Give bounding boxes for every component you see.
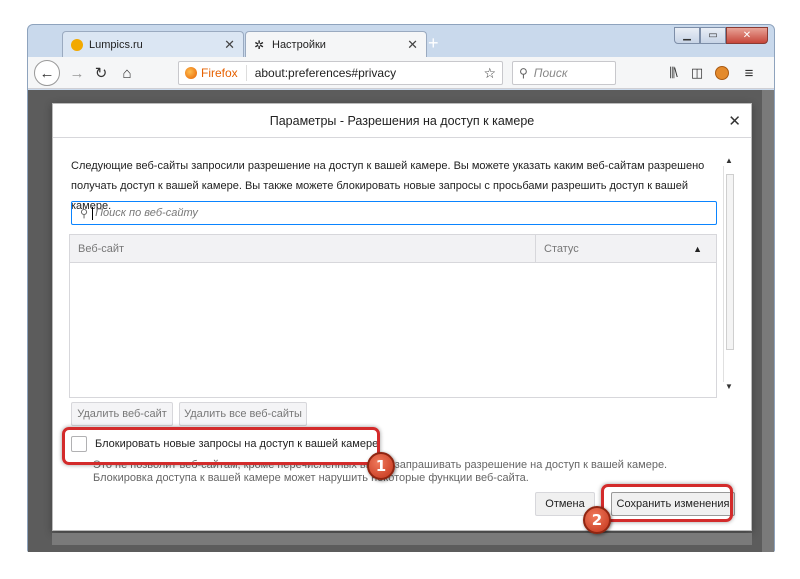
highlight-save-button: [601, 484, 733, 522]
tab-title: Lumpics.ru: [89, 38, 143, 51]
maximize-icon[interactable]: ▭: [700, 27, 726, 44]
site-search-placeholder: Поиск по веб-сайту: [95, 207, 198, 219]
search-input[interactable]: ⚲ Поиск: [512, 61, 616, 85]
search-placeholder: Поиск: [533, 66, 568, 80]
step-badge-1: 1: [367, 452, 395, 480]
firefox-logo-icon: [185, 67, 197, 79]
sites-table: Веб-сайт Статус ▲: [69, 234, 717, 398]
highlight-checkbox: [62, 427, 380, 465]
close-icon[interactable]: ✕: [407, 37, 418, 53]
sidebar-icon[interactable]: ◫: [686, 62, 708, 84]
gear-icon: ✲: [254, 37, 265, 52]
lumpics-favicon-icon: [71, 38, 83, 51]
url-text: about:preferences#privacy: [254, 66, 397, 80]
column-header-site[interactable]: Веб-сайт: [70, 235, 536, 262]
new-tab-icon[interactable]: +: [428, 33, 439, 54]
forward-icon[interactable]: →: [66, 62, 88, 84]
column-label: Веб-сайт: [78, 242, 125, 255]
column-header-status[interactable]: Статус ▲: [536, 235, 716, 262]
window-close-icon[interactable]: ✕: [726, 27, 768, 44]
scroll-down-icon[interactable]: ▼: [723, 382, 735, 392]
tab-lumpics[interactable]: Lumpics.ru ✕: [62, 31, 244, 57]
column-label: Статус: [544, 242, 579, 255]
page-horizontal-scrollbar[interactable]: [52, 533, 752, 545]
url-bar[interactable]: Firefox about:preferences#privacy ☆: [178, 61, 503, 85]
reload-icon[interactable]: ↻: [90, 62, 112, 84]
search-icon: ⚲: [519, 66, 528, 80]
text-caret: [92, 206, 94, 220]
nav-bar: ← → ↻ ⌂ Firefox about:preferences#privac…: [28, 57, 774, 89]
dialog-header: Параметры - Разрешения на доступ к камер…: [53, 104, 751, 138]
identity-label: Firefox: [201, 66, 238, 80]
dialog-scrollbar[interactable]: ▲ ▼: [723, 156, 735, 396]
scroll-thumb[interactable]: [726, 174, 734, 350]
remove-all-sites-button[interactable]: Удалить все веб-сайты: [179, 402, 307, 426]
camera-permissions-dialog: Параметры - Разрешения на доступ к камер…: [52, 103, 752, 531]
remove-site-button[interactable]: Удалить веб-сайт: [71, 402, 173, 426]
scroll-up-icon[interactable]: ▲: [723, 156, 735, 166]
firefox-identity-badge: Firefox: [185, 66, 238, 80]
search-icon: ⚲: [80, 207, 89, 220]
bookmark-star-icon[interactable]: ☆: [483, 65, 496, 82]
minimize-icon[interactable]: ▁: [674, 27, 700, 44]
site-search-input[interactable]: ⚲ Поиск по веб-сайту: [71, 201, 717, 225]
step-badge-2: 2: [583, 506, 611, 534]
tab-settings[interactable]: ✲ Настройки ✕: [245, 31, 427, 57]
tab-strip: Lumpics.ru ✕ ✲ Настройки ✕ + ▁ ▭ ✕: [28, 25, 774, 57]
home-icon[interactable]: ⌂: [116, 62, 138, 84]
table-header: Веб-сайт Статус ▲: [70, 235, 716, 263]
sort-ascending-icon: ▲: [693, 243, 702, 254]
library-icon[interactable]: ⫼\: [662, 62, 684, 84]
close-icon[interactable]: ✕: [224, 37, 235, 53]
menu-icon[interactable]: ≡: [738, 62, 760, 84]
scroll-track[interactable]: [723, 166, 735, 382]
tab-title: Настройки: [272, 38, 326, 51]
divider: [245, 65, 247, 81]
extension-icon[interactable]: [711, 62, 733, 84]
dialog-title: Параметры - Разрешения на доступ к камер…: [269, 113, 535, 128]
close-icon[interactable]: ✕: [728, 112, 741, 130]
window-controls: ▁ ▭ ✕: [674, 27, 768, 44]
page-scrollbar[interactable]: [762, 90, 774, 552]
back-icon[interactable]: ←: [34, 60, 60, 86]
